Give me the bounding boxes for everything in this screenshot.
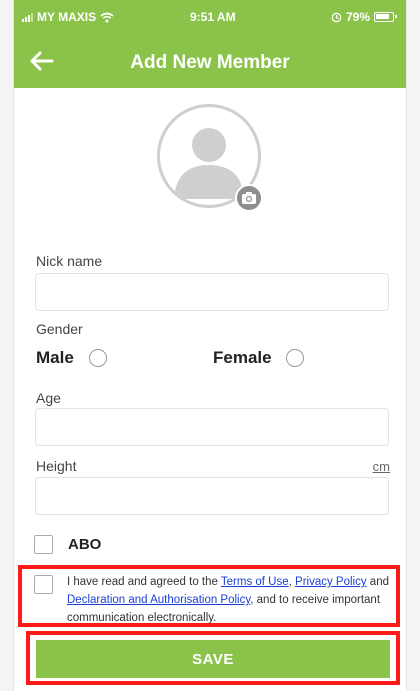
nickname-field[interactable] <box>35 273 389 311</box>
status-time: 9:51 AM <box>190 10 236 24</box>
gender-male-label: Male <box>36 348 74 367</box>
gender-female-label: Female <box>213 348 272 367</box>
privacy-policy-link[interactable]: Privacy Policy <box>295 576 367 588</box>
wifi-icon <box>100 12 114 22</box>
consent-text: I have read and agreed to the Terms of U… <box>67 573 393 631</box>
gender-label: Gender <box>36 321 83 337</box>
save-button[interactable]: SAVE <box>36 640 390 678</box>
left-frame <box>0 0 14 691</box>
declaration-policy-link[interactable]: Declaration and Authorisation Policy <box>67 594 250 606</box>
consent-sep-2: and <box>366 576 389 588</box>
alarm-icon <box>331 12 342 22</box>
abo-label: ABO <box>68 536 102 553</box>
carrier-name: MY MAXIS <box>37 10 97 24</box>
battery-group: 79% <box>331 10 397 24</box>
avatar-picker[interactable] <box>157 104 265 212</box>
consent-checkbox[interactable] <box>34 575 53 594</box>
consent-prefix: I have read and agreed to the <box>67 576 221 588</box>
header-bar: MY MAXIS 9:51 AM 79% Add New Member <box>14 0 406 88</box>
abo-checkbox[interactable] <box>34 535 53 554</box>
signal-icon <box>22 12 33 22</box>
page-title: Add New Member <box>130 52 290 73</box>
battery-percent: 79% <box>345 10 370 24</box>
terms-of-use-link[interactable]: Terms of Use <box>221 576 289 588</box>
height-unit: cm <box>372 459 390 474</box>
carrier-group: MY MAXIS <box>22 10 114 24</box>
camera-icon[interactable] <box>235 184 263 212</box>
gender-male-radio[interactable] <box>89 349 107 367</box>
right-frame <box>406 0 420 691</box>
nickname-label: Nick name <box>36 253 103 269</box>
gender-female-radio[interactable] <box>286 349 304 367</box>
battery-icon <box>374 12 397 22</box>
status-bar: MY MAXIS 9:51 AM 79% <box>14 0 406 34</box>
age-label: Age <box>36 390 61 406</box>
height-label: Height <box>36 458 77 474</box>
height-field[interactable] <box>35 477 389 515</box>
age-field[interactable] <box>35 408 389 446</box>
